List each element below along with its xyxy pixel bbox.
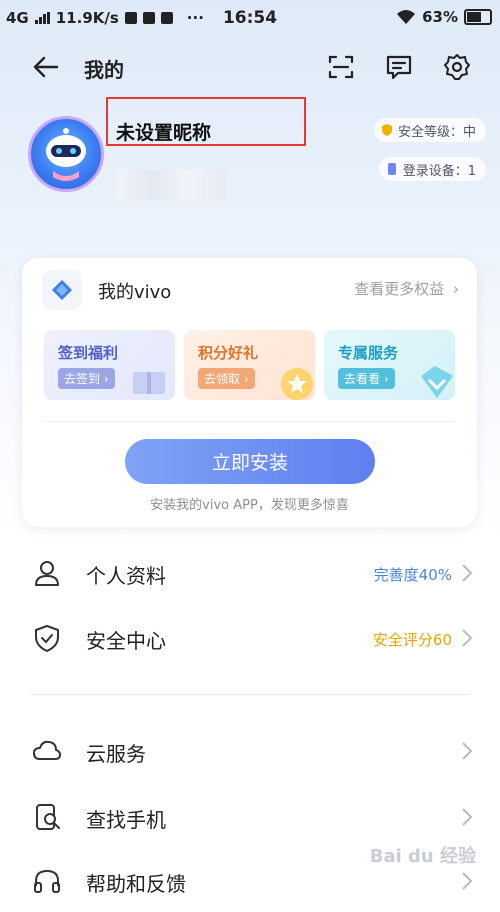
vivo-app-logo — [42, 270, 82, 310]
find-phone-icon — [36, 804, 60, 830]
menu-label-find-phone: 查找手机 — [86, 808, 166, 832]
page-title: 我的 — [84, 58, 124, 82]
top-header: 我的 — [0, 44, 500, 90]
card-divider — [44, 421, 455, 422]
highlight-box — [106, 97, 306, 146]
robot-avatar-icon — [46, 128, 86, 181]
cloud-icon — [33, 740, 61, 760]
menu-label-profile: 个人资料 — [86, 564, 166, 588]
menu-item-find-phone[interactable]: 查找手机 — [0, 788, 500, 848]
chevron-right-icon — [462, 808, 473, 826]
install-hint: 安装我的vivo APP，发现更多惊喜 — [150, 498, 349, 513]
install-button[interactable]: 立即安装 — [125, 439, 375, 484]
device-icon — [387, 163, 396, 175]
login-devices-text: 登录设备：1 — [402, 163, 476, 179]
menu-item-cloud[interactable]: 云服务 — [0, 722, 500, 782]
tile-checkin-title: 签到福利 — [58, 344, 119, 362]
wifi-icon — [397, 10, 416, 24]
chevron-right-icon — [462, 629, 473, 647]
more-benefits-label: 查看更多权益 — [354, 280, 445, 298]
message-icon[interactable] — [384, 52, 414, 82]
account-id-blurred — [116, 170, 226, 200]
shield-check-icon — [35, 625, 59, 652]
menu-separator — [30, 694, 470, 695]
tile-service[interactable]: 专属服务 去看看 › — [324, 330, 455, 400]
chevron-right-icon — [462, 564, 473, 582]
status-bar: 4G 11.9K/s ··· 16:54 63% — [0, 0, 500, 36]
vivo-logo-icon — [52, 280, 72, 300]
tile-points-action: 去领取 › — [198, 368, 255, 389]
diamond-icon — [421, 366, 453, 398]
my-vivo-card: 我的vivo 查看更多权益 › 签到福利 去签到 › 积分好礼 去领取 › 专属… — [22, 258, 477, 527]
security-level-badge[interactable]: 安全等级：中 — [373, 118, 486, 142]
shield-icon — [381, 124, 392, 136]
help-icon — [34, 869, 60, 893]
scan-icon[interactable] — [326, 52, 356, 82]
tile-service-action-label: 去看看 — [344, 372, 381, 386]
tile-checkin-action: 去签到 › — [58, 368, 115, 389]
chevron-right-icon: › — [453, 280, 459, 298]
tile-points-title: 积分好礼 — [198, 344, 259, 362]
card-title: 我的vivo — [98, 282, 172, 303]
status-right: 63% — [396, 8, 492, 26]
menu-label-security: 安全中心 — [86, 629, 166, 653]
back-arrow-icon[interactable] — [30, 52, 60, 82]
menu-label-help: 帮助和反馈 — [86, 872, 186, 896]
profile-completion: 完善度40% — [373, 566, 452, 584]
login-devices-badge[interactable]: 登录设备：1 — [378, 157, 486, 181]
tile-service-title: 专属服务 — [338, 344, 399, 362]
settings-gear-icon[interactable] — [442, 52, 472, 82]
security-score: 安全评分60 — [372, 631, 452, 649]
baidu-watermark-logo: Bai du 经验 — [369, 846, 476, 867]
tile-checkin[interactable]: 签到福利 去签到 › — [44, 330, 175, 400]
menu-item-security[interactable]: 安全中心 安全评分60 — [0, 609, 500, 669]
star-coin-icon — [281, 368, 313, 400]
user-icon — [35, 561, 59, 586]
tile-checkin-action-label: 去签到 — [64, 372, 101, 386]
battery-percent: 63% — [422, 8, 458, 26]
more-benefits-link[interactable]: 查看更多权益 › — [354, 278, 459, 299]
avatar[interactable] — [28, 116, 104, 192]
tile-points[interactable]: 积分好礼 去领取 › — [184, 330, 315, 400]
tile-service-action: 去看看 › — [338, 368, 395, 389]
gift-icon — [133, 372, 165, 394]
battery-icon — [464, 9, 492, 25]
menu-item-profile[interactable]: 个人资料 完善度40% — [0, 544, 500, 604]
security-level-text: 安全等级：中 — [397, 124, 476, 140]
chevron-right-icon — [462, 742, 473, 760]
tile-points-action-label: 去领取 — [204, 372, 241, 386]
menu-label-cloud: 云服务 — [86, 742, 146, 766]
